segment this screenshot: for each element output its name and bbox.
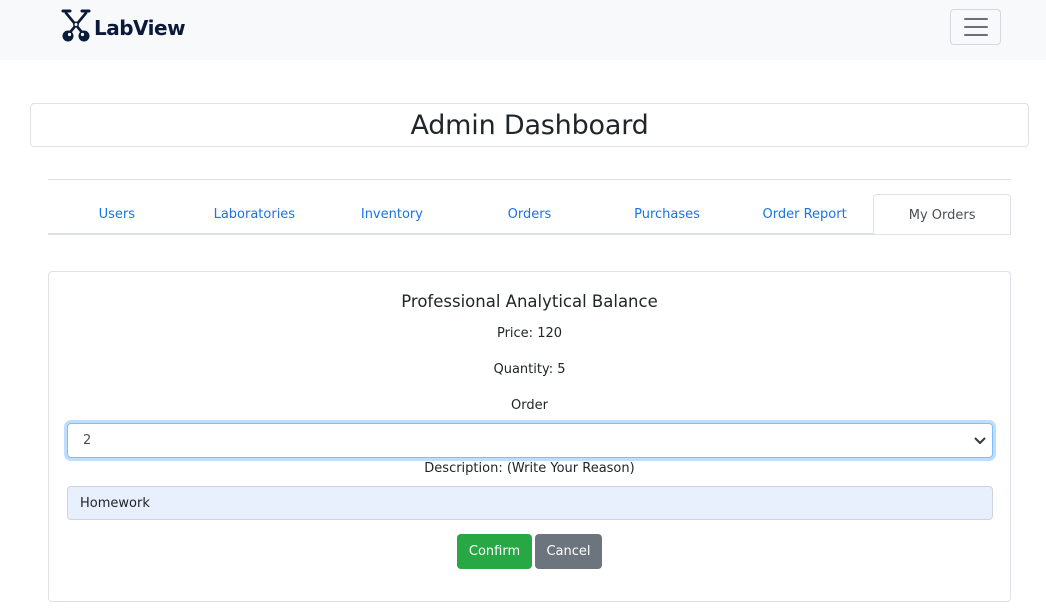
page-title-card: Admin Dashboard (30, 103, 1029, 147)
order-quantity-value: 2 (83, 433, 92, 448)
admin-tabs: Users Laboratories Inventory Orders Purc… (48, 194, 1011, 235)
tab-my-orders[interactable]: My Orders (873, 194, 1011, 234)
section-divider (48, 179, 1011, 180)
description-input[interactable]: Homework (67, 486, 993, 520)
tab-users[interactable]: Users (48, 194, 186, 233)
navbar-toggler-button[interactable] (950, 9, 1001, 45)
hamburger-icon-line (963, 34, 988, 36)
tab-order-report[interactable]: Order Report (736, 194, 874, 233)
hamburger-icon-line (963, 18, 988, 20)
order-quantity-select[interactable]: 2 (67, 423, 993, 458)
product-quantity: Quantity: 5 (493, 362, 566, 377)
tab-purchases[interactable]: Purchases (598, 194, 736, 233)
product-price: Price: 120 (496, 326, 563, 341)
navbar: LabView (0, 0, 1046, 60)
confirm-button[interactable]: Confirm (457, 534, 532, 569)
page-title: Admin Dashboard (410, 109, 649, 141)
order-quantity-label: Order (511, 398, 548, 413)
order-form-card: Professional Analytical Balance Price: 1… (48, 271, 1011, 602)
brand-link[interactable]: LabView (60, 9, 186, 48)
tab-orders[interactable]: Orders (461, 194, 599, 233)
description-label: Description: (Write Your Reason) (424, 461, 635, 476)
hamburger-icon-line (963, 26, 988, 28)
flask-cross-icon (60, 9, 92, 48)
tab-inventory[interactable]: Inventory (323, 194, 461, 233)
brand-name: LabView (94, 16, 186, 40)
tab-laboratories[interactable]: Laboratories (186, 194, 324, 233)
cancel-button[interactable]: Cancel (535, 534, 602, 569)
product-name: Professional Analytical Balance (401, 292, 658, 311)
